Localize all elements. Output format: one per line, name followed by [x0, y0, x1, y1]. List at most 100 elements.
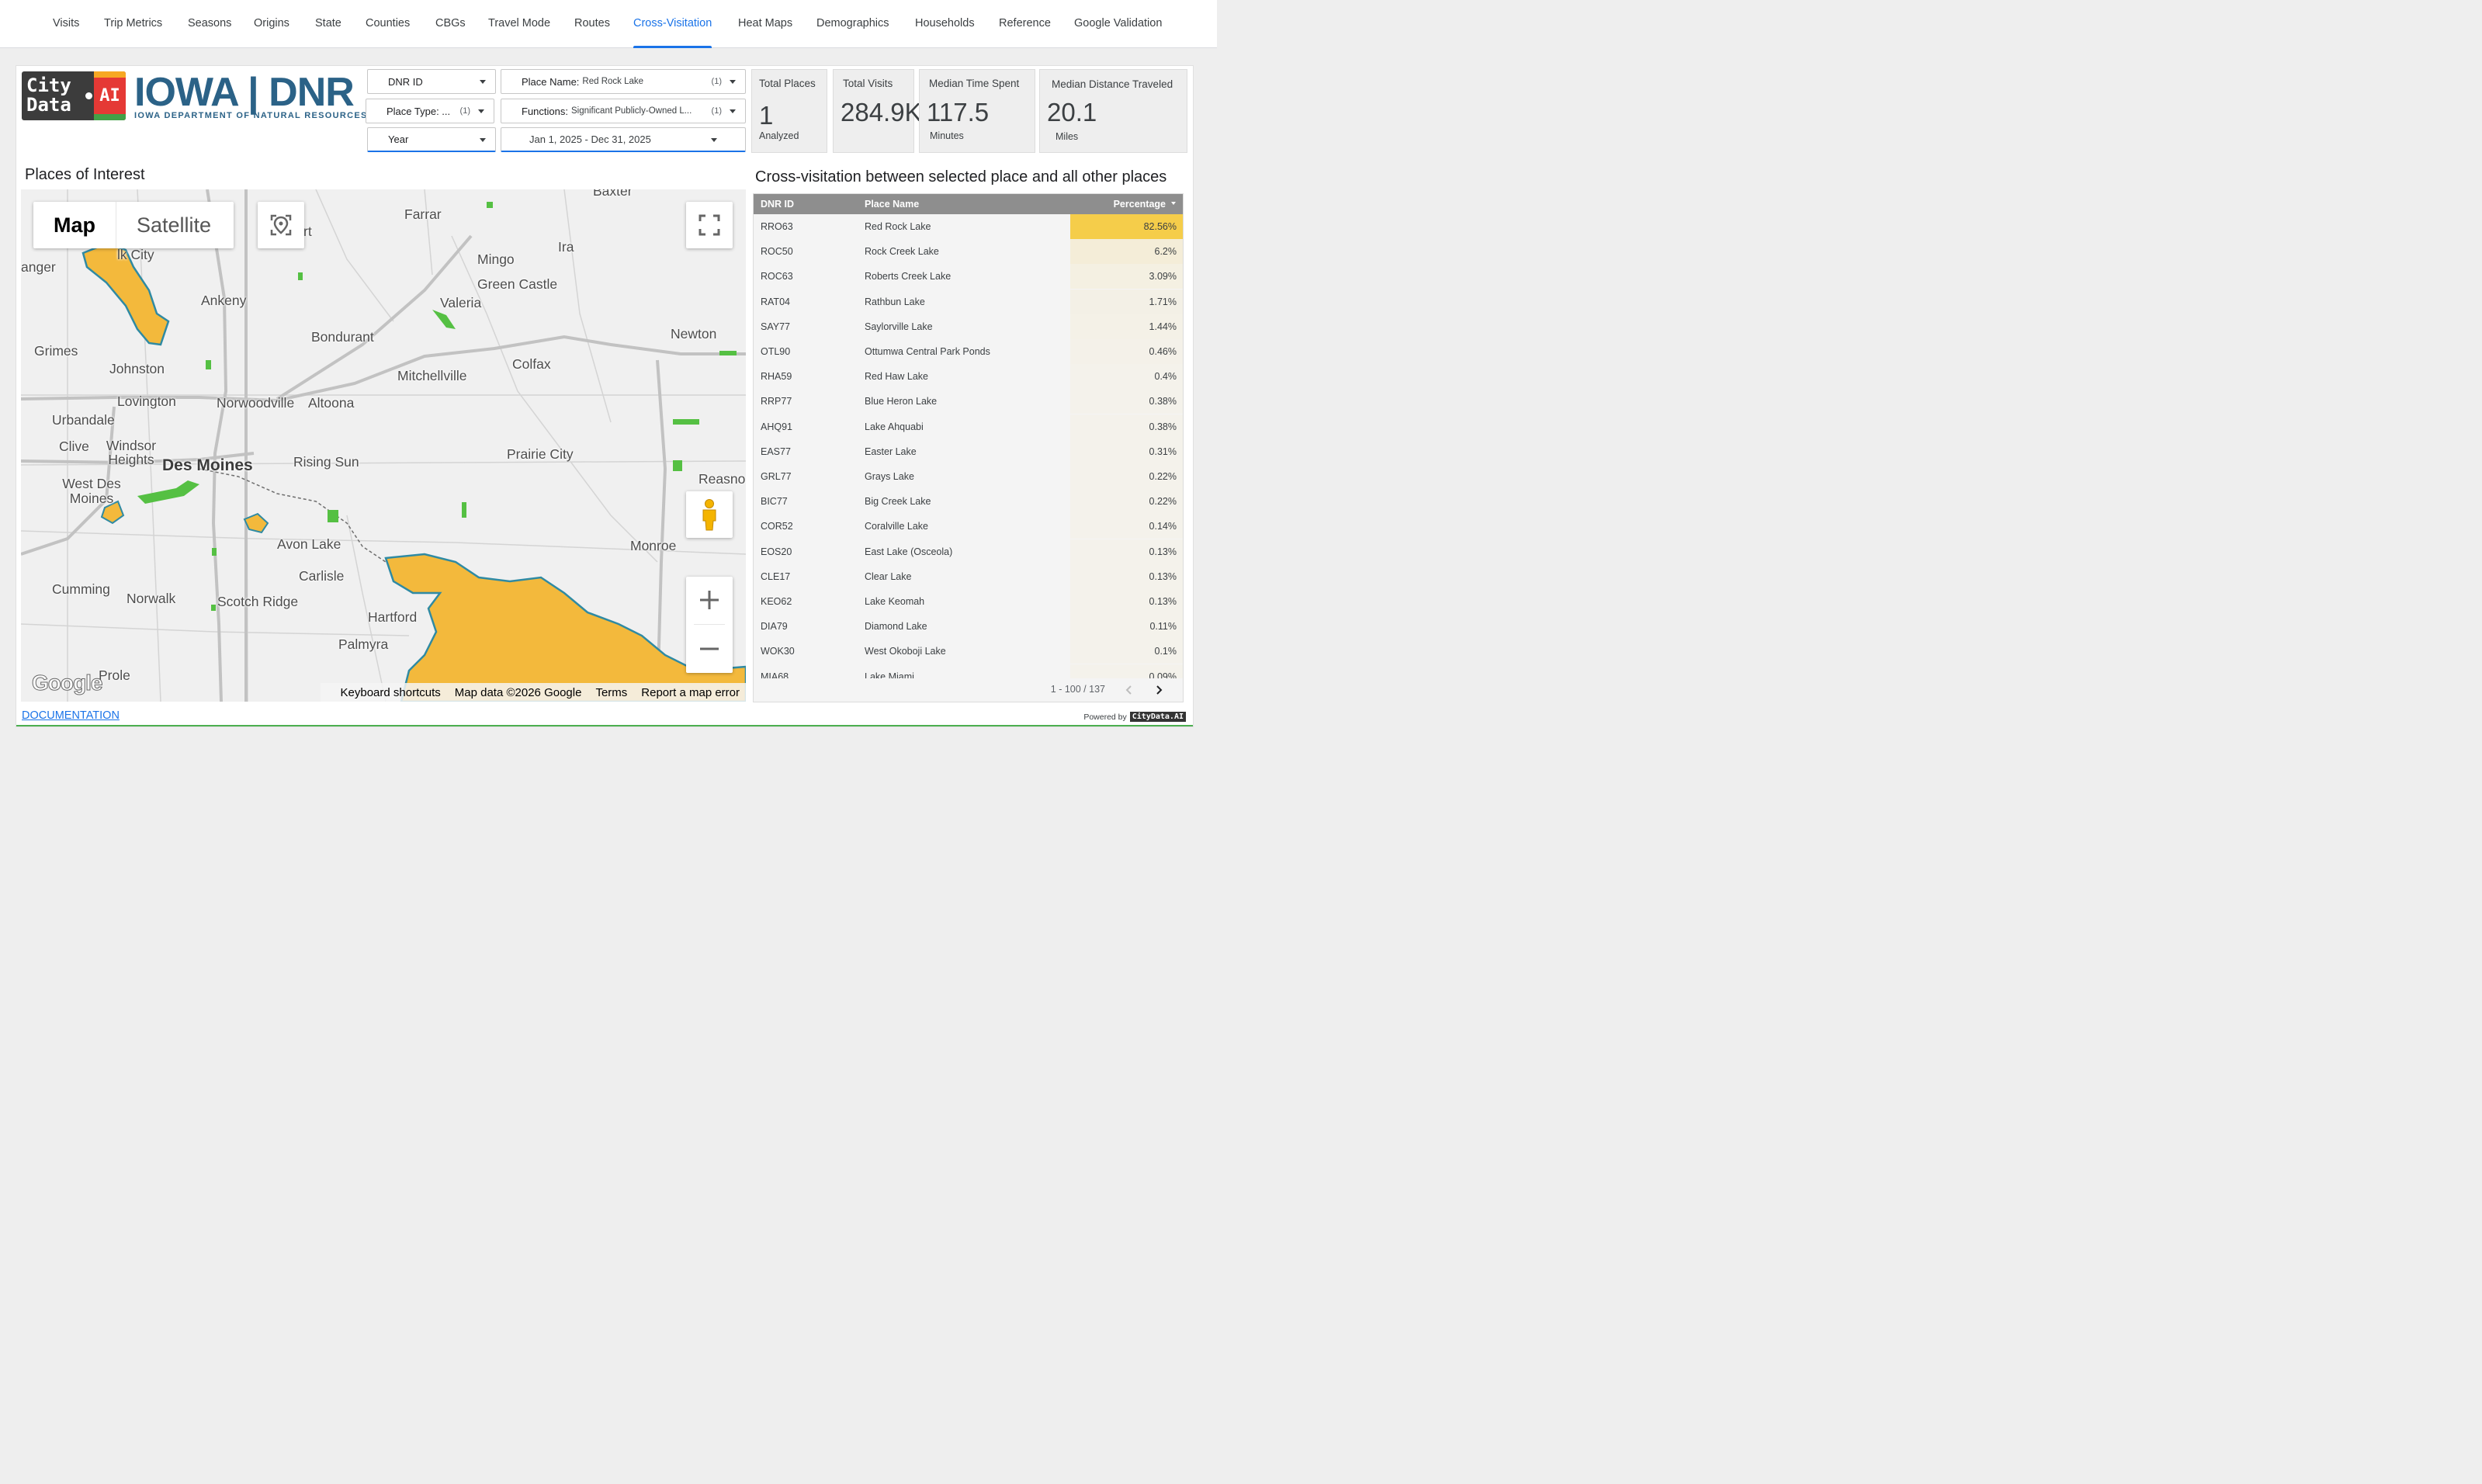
- tab-cbgs[interactable]: CBGs: [435, 0, 466, 48]
- column-header-dnr-id[interactable]: DNR ID: [761, 199, 794, 210]
- table-row[interactable]: OTL90 Ottumwa Central Park Ponds 0.46%: [754, 339, 1183, 364]
- bottom-accent-line: [16, 725, 1193, 726]
- cell-place-name: Clear Lake: [865, 570, 912, 582]
- table-row[interactable]: GRL77 Grays Lake 0.22%: [754, 464, 1183, 489]
- table-row[interactable]: BIC77 Big Creek Lake 0.22%: [754, 489, 1183, 515]
- cell-place-name: Red Rock Lake: [865, 221, 931, 232]
- terms-link[interactable]: Terms: [595, 686, 627, 699]
- place-name-filter-count: (1): [711, 77, 722, 86]
- tab-seasons[interactable]: Seasons: [188, 0, 231, 48]
- kpi-value: 20.1: [1047, 98, 1097, 127]
- tab-google-validation[interactable]: Google Validation: [1074, 0, 1162, 48]
- cell-dnr-id: RAT04: [761, 296, 790, 307]
- report-map-error-link[interactable]: Report a map error: [641, 686, 740, 699]
- table-row[interactable]: EAS77 Easter Lake 0.31%: [754, 439, 1183, 464]
- map-type-map-button[interactable]: Map: [33, 202, 116, 248]
- zoom-out-button[interactable]: [686, 626, 733, 672]
- fullscreen-button[interactable]: [686, 202, 733, 248]
- functions-filter-value: Significant Publicly-Owned L...: [570, 106, 692, 116]
- place-name-filter[interactable]: Place Name: Red Rock Lake (1): [501, 69, 746, 94]
- functions-filter-label: Functions:: [522, 105, 568, 117]
- citydata-logo: City Data AI: [22, 71, 126, 120]
- map-label: lk City: [117, 247, 154, 262]
- table-row[interactable]: RRP77 Blue Heron Lake 0.38%: [754, 389, 1183, 414]
- year-filter[interactable]: Year: [367, 127, 496, 152]
- zoom-in-button[interactable]: [686, 577, 733, 623]
- table-row[interactable]: COR52 Coralville Lake 0.14%: [754, 514, 1183, 539]
- tab-counties[interactable]: Counties: [366, 0, 410, 48]
- location-pin-icon: [270, 214, 292, 236]
- tab-cross-visitation[interactable]: Cross-Visitation: [633, 0, 712, 48]
- tab-state[interactable]: State: [315, 0, 341, 48]
- cell-dnr-id: GRL77: [761, 471, 792, 482]
- column-header-percentage[interactable]: Percentage: [1114, 199, 1166, 210]
- place-type-filter[interactable]: Place Type: ... (1): [366, 99, 494, 123]
- map-type-satellite-button[interactable]: Satellite: [116, 202, 231, 248]
- map-type-control: Map Satellite: [33, 202, 234, 248]
- kpi-label: Total Places: [759, 78, 816, 89]
- cell-dnr-id: RHA59: [761, 371, 792, 383]
- functions-filter-count: (1): [711, 106, 722, 116]
- table-row[interactable]: CLE17 Clear Lake 0.13%: [754, 563, 1183, 589]
- tab-origins[interactable]: Origins: [254, 0, 289, 48]
- cell-percentage: 0.11%: [1149, 621, 1177, 633]
- fullscreen-icon: [698, 214, 720, 236]
- tab-visits[interactable]: Visits: [53, 0, 79, 48]
- places-map[interactable]: Baxter Farrar Mingo Ira Green Castle Val…: [21, 189, 746, 702]
- table-row[interactable]: RAT04 Rathbun Lake 1.71%: [754, 289, 1183, 314]
- tab-trip-metrics[interactable]: Trip Metrics: [104, 0, 162, 48]
- cross-visitation-title: Cross-visitation between selected place …: [755, 168, 1167, 186]
- cell-percentage: 1.71%: [1149, 296, 1177, 307]
- cell-dnr-id: SAY77: [761, 321, 790, 332]
- table-row[interactable]: ROC50 Rock Creek Lake 6.2%: [754, 239, 1183, 265]
- map-label: Ira: [558, 239, 574, 255]
- chevron-right-icon[interactable]: [1153, 685, 1164, 695]
- map-label: Scotch Ridge: [217, 594, 299, 609]
- tab-routes[interactable]: Routes: [574, 0, 610, 48]
- documentation-link[interactable]: DOCUMENTATION: [22, 709, 120, 722]
- cell-place-name: Saylorville Lake: [865, 321, 933, 332]
- sort-desc-icon[interactable]: [1171, 202, 1176, 205]
- map-label: Carlisle: [299, 568, 345, 584]
- table-row[interactable]: KEO62 Lake Keomah 0.13%: [754, 589, 1183, 614]
- tab-heat-maps[interactable]: Heat Maps: [738, 0, 792, 48]
- table-row[interactable]: RHA59 Red Haw Lake 0.4%: [754, 364, 1183, 390]
- locate-button[interactable]: [258, 202, 304, 248]
- table-row[interactable]: ROC63 Roberts Creek Lake 3.09%: [754, 264, 1183, 290]
- street-view-button[interactable]: [686, 491, 733, 538]
- dnr-id-filter[interactable]: DNR ID: [367, 69, 496, 94]
- keyboard-shortcuts-link[interactable]: Keyboard shortcuts: [341, 686, 441, 699]
- cell-dnr-id: CLE17: [761, 570, 791, 582]
- table-header: DNR ID Place Name Percentage: [754, 194, 1183, 214]
- cell-dnr-id: COR52: [761, 521, 793, 532]
- table-row[interactable]: WOK30 West Okoboji Lake 0.1%: [754, 639, 1183, 664]
- table-row[interactable]: DIA79 Diamond Lake 0.11%: [754, 614, 1183, 640]
- map-label: West Des Moines: [62, 476, 121, 506]
- citydata-logo-ai: AI: [94, 71, 126, 120]
- chevron-left-icon[interactable]: [1124, 685, 1135, 695]
- functions-filter[interactable]: Functions: Significant Publicly-Owned L.…: [501, 99, 746, 123]
- top-navigation: Visits Trip Metrics Seasons Origins Stat…: [0, 0, 1217, 48]
- map-label: Lovington: [117, 394, 176, 409]
- tab-travel-mode[interactable]: Travel Mode: [488, 0, 550, 48]
- kpi-subtitle: Minutes: [930, 130, 964, 141]
- cell-percentage: 0.4%: [1154, 371, 1177, 383]
- map-label: Farrar: [404, 206, 442, 222]
- tab-demographics[interactable]: Demographics: [816, 0, 889, 48]
- date-range-filter[interactable]: Jan 1, 2025 - Dec 31, 2025: [501, 127, 746, 152]
- table-row[interactable]: AHQ91 Lake Ahquabi 0.38%: [754, 414, 1183, 439]
- table-row[interactable]: EOS20 East Lake (Osceola) 0.13%: [754, 539, 1183, 564]
- table-row[interactable]: RRO63 Red Rock Lake 82.56%: [754, 214, 1183, 239]
- tab-households[interactable]: Households: [915, 0, 975, 48]
- kpi-label: Total Visits: [843, 78, 893, 89]
- map-label: Valeria: [440, 295, 482, 310]
- kpi-value: 117.5: [927, 98, 990, 127]
- table-row[interactable]: SAY77 Saylorville Lake 1.44%: [754, 314, 1183, 339]
- map-label: Windsor Heights: [106, 438, 157, 467]
- map-label: Avon Lake: [277, 536, 341, 552]
- tab-reference[interactable]: Reference: [999, 0, 1051, 48]
- cell-percentage: 3.09%: [1149, 271, 1177, 283]
- cell-percentage: 82.56%: [1143, 221, 1177, 232]
- cell-dnr-id: AHQ91: [761, 421, 792, 432]
- column-header-place-name[interactable]: Place Name: [865, 199, 919, 210]
